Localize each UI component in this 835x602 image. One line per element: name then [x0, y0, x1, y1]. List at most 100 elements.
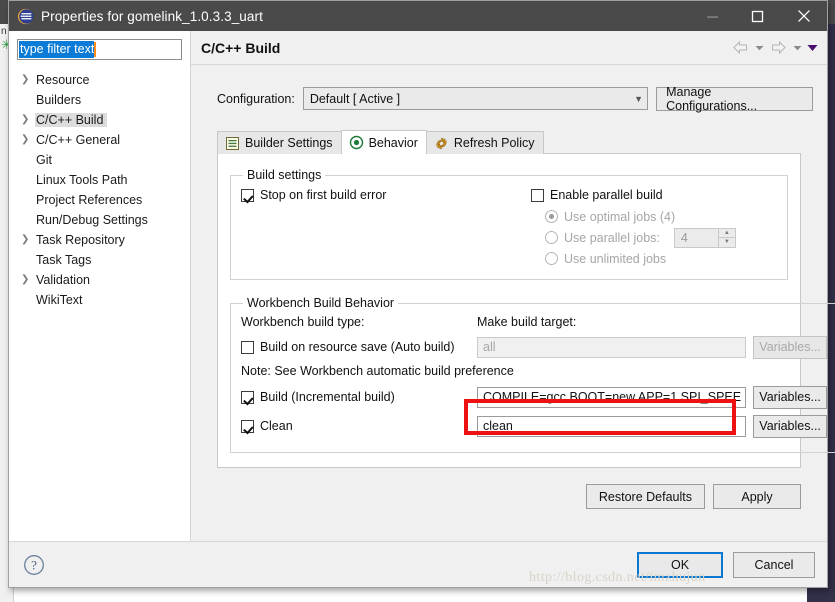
configuration-select[interactable]: Default [ Active ] ▼ — [302, 87, 649, 110]
manage-configurations-button[interactable]: Manage Configurations... — [656, 85, 813, 113]
svg-text:?: ? — [31, 557, 37, 572]
build-settings-group: Build settings Stop on first build error — [230, 168, 788, 280]
dialog-body: type filter text ❯ Resource Builders ❯ C… — [9, 31, 835, 541]
sidebar-item-project-references[interactable]: Project References — [9, 190, 190, 210]
apply-button[interactable]: Apply — [713, 484, 801, 509]
use-parallel-jobs-row[interactable]: Use parallel jobs: 4 ▲ ▼ — [545, 227, 777, 248]
sidebar-item-builders[interactable]: Builders — [9, 90, 190, 110]
target-circle-icon — [349, 135, 363, 150]
forward-history-button[interactable] — [790, 38, 804, 58]
stepper-down-icon[interactable]: ▼ — [719, 238, 735, 247]
back-button[interactable] — [729, 38, 751, 58]
sidebar-item-resource[interactable]: ❯ Resource — [9, 70, 190, 90]
enable-parallel-build-row[interactable]: Enable parallel build — [531, 184, 777, 206]
auto-build-row: Build on resource save (Auto build) all … — [241, 334, 828, 360]
use-parallel-jobs-label: Use parallel jobs: — [564, 230, 660, 245]
radio-icon[interactable] — [545, 252, 558, 265]
incremental-build-target-input[interactable]: COMPILE=gcc BOOT=new APP=1 SPI_SPEE — [477, 386, 747, 408]
clean-variables-button[interactable]: Variables... — [753, 414, 828, 438]
radio-icon[interactable] — [545, 231, 558, 244]
chevron-right-icon[interactable]: ❯ — [21, 115, 35, 125]
dialog-titlebar[interactable]: Properties for gomelink_1.0.3.3_uart — [9, 1, 827, 31]
chevron-right-icon[interactable]: ❯ — [21, 75, 35, 85]
behavior-tab-panel: Builder Settings Behavior Refresh Policy… — [217, 130, 835, 468]
filter-input[interactable]: type filter text — [17, 39, 182, 60]
triangle-down-icon — [807, 44, 817, 51]
sidebar-item-run-debug-settings[interactable]: Run/Debug Settings — [9, 210, 190, 230]
minimize-icon — [707, 16, 718, 18]
settings-tree: ❯ Resource Builders ❯ C/C++ Build ❯ C/C+… — [9, 70, 190, 310]
tab-builder-settings[interactable]: Builder Settings — [217, 131, 342, 154]
settings-sidebar: type filter text ❯ Resource Builders ❯ C… — [9, 31, 191, 541]
clean-row[interactable]: Clean — [241, 419, 477, 433]
maximize-button[interactable] — [735, 1, 780, 31]
sidebar-item-task-repository[interactable]: ❯ Task Repository — [9, 230, 190, 250]
navigation-controls — [729, 38, 819, 58]
list-lines-icon — [226, 136, 239, 150]
use-unlimited-jobs-label: Use unlimited jobs — [564, 251, 667, 266]
build-settings-right-column: Enable parallel build Use optimal jobs (… — [531, 182, 777, 269]
sidebar-item-label: Project References — [36, 193, 143, 207]
sidebar-item-wikitext[interactable]: WikiText — [9, 290, 190, 310]
auto-build-target-input[interactable]: all — [477, 336, 747, 358]
properties-dialog: Properties for gomelink_1.0.3.3_uart typ… — [8, 0, 835, 588]
chevron-right-icon[interactable]: ❯ — [21, 235, 35, 245]
filter-input-value: type filter text — [19, 41, 95, 58]
radio-icon[interactable] — [545, 210, 558, 223]
column-headers-row: Workbench build type: Make build target: — [241, 310, 827, 334]
sidebar-item-c-cpp-build[interactable]: ❯ C/C++ Build — [9, 110, 190, 130]
sidebar-item-label: Resource — [36, 73, 90, 87]
checkbox-icon[interactable] — [531, 188, 544, 202]
parallel-jobs-stepper[interactable]: 4 ▲ ▼ — [673, 227, 736, 248]
watermark-text: http://blog.csdn.net/imzhujun — [529, 570, 706, 585]
tab-label: Behavior — [368, 135, 418, 150]
sidebar-item-validation[interactable]: ❯ Validation — [9, 270, 190, 290]
cancel-button[interactable]: Cancel — [733, 551, 815, 578]
restore-defaults-button[interactable]: Restore Defaults — [585, 484, 705, 509]
incremental-build-variables-button[interactable]: Variables... — [753, 385, 828, 409]
configuration-selected-value: Default [ Active ] — [309, 91, 401, 106]
view-menu-button[interactable] — [805, 38, 819, 58]
arrow-left-icon — [732, 41, 747, 54]
use-optimal-jobs-label: Use optimal jobs (4) — [564, 209, 676, 224]
sidebar-item-task-tags[interactable]: Task Tags — [9, 250, 190, 270]
sidebar-item-label: Git — [36, 153, 52, 167]
configuration-row: Configuration: Default [ Active ] ▼ Mana… — [217, 85, 813, 113]
checkbox-icon[interactable] — [241, 188, 254, 202]
eclipse-logo-icon — [17, 8, 34, 24]
behavior-tab-content: Build settings Stop on first build error — [217, 153, 835, 468]
clean-target-value: clean — [483, 419, 513, 433]
sidebar-item-git[interactable]: Git — [9, 150, 190, 170]
question-mark-circle-icon[interactable]: ? — [23, 554, 45, 576]
stepper-up-icon[interactable]: ▲ — [718, 229, 735, 238]
checkbox-icon[interactable] — [241, 419, 254, 433]
close-button[interactable] — [780, 1, 827, 31]
window-controls — [690, 1, 827, 31]
build-on-resource-save-row[interactable]: Build on resource save (Auto build) — [241, 340, 477, 354]
build-incremental-row[interactable]: Build (Incremental build) — [241, 390, 477, 404]
checkbox-icon[interactable] — [241, 340, 254, 354]
sidebar-item-linux-tools-path[interactable]: Linux Tools Path — [9, 170, 190, 190]
tab-behavior[interactable]: Behavior — [340, 130, 427, 154]
sidebar-item-label: WikiText — [36, 293, 83, 307]
chevron-down-icon — [793, 45, 801, 50]
auto-build-target-value: all — [483, 340, 496, 354]
sidebar-item-c-cpp-general[interactable]: ❯ C/C++ General — [9, 130, 190, 150]
use-optimal-jobs-row[interactable]: Use optimal jobs (4) — [545, 206, 777, 227]
use-unlimited-jobs-row[interactable]: Use unlimited jobs — [545, 248, 777, 269]
clean-target-input[interactable]: clean — [477, 415, 747, 437]
chevron-right-icon[interactable]: ❯ — [21, 275, 35, 285]
stop-on-first-build-error-row[interactable]: Stop on first build error — [241, 184, 531, 206]
back-history-button[interactable] — [752, 38, 766, 58]
minimize-button[interactable] — [690, 1, 735, 31]
incremental-build-target-value: COMPILE=gcc BOOT=new APP=1 SPI_SPEE — [483, 390, 742, 404]
forward-button[interactable] — [767, 38, 789, 58]
tab-refresh-policy[interactable]: Refresh Policy — [425, 131, 544, 154]
auto-build-note: Note: See Workbench automatic build pref… — [241, 364, 514, 378]
refresh-arrows-icon — [436, 137, 447, 149]
checkbox-icon[interactable] — [241, 390, 254, 404]
chevron-right-icon[interactable]: ❯ — [21, 135, 35, 145]
build-settings-body: Stop on first build error Enable paralle… — [241, 182, 777, 269]
auto-build-variables-button[interactable]: Variables... — [753, 335, 828, 359]
dialog-footer: ? http://blog.csdn.net/imzhujun OK Cance… — [9, 541, 827, 587]
